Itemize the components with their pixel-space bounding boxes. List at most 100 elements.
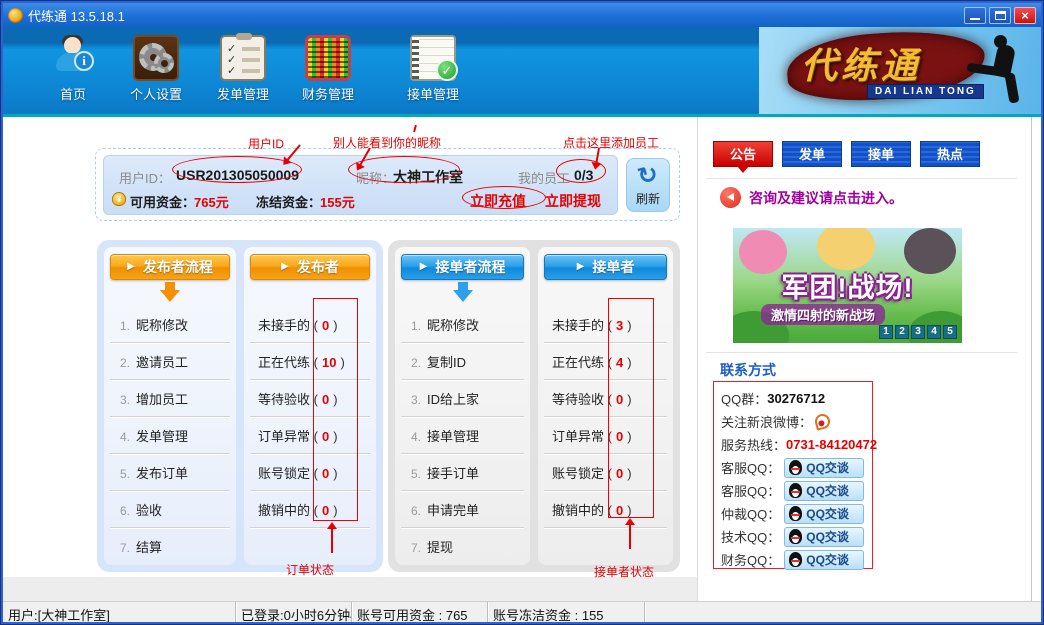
status-filler [645,602,1041,622]
qq-group-number: 30276712 [767,391,825,406]
gear-icon [133,35,179,81]
publisher-flow-steps: 1.昵称修改 2.邀请员工 3.增加员工 4.发单管理 5.发布订单 6.验收 … [110,306,230,565]
hotline-number: 0731-84120472 [786,437,877,452]
down-arrow-icon [160,282,180,302]
contact-box: QQ群： 30276712 关注新浪微博： 服务热线： 0731-8412047… [713,381,873,569]
down-arrow-icon [453,282,473,302]
publisher-status-header[interactable]: ▶ 发布者 [250,254,370,280]
banner-subtitle: 激情四射的新战场 [761,304,885,325]
nav-order-taking-label: 接单管理 [396,84,470,103]
pager-item[interactable]: 1 [879,325,893,339]
annotation-order-status: 订单状态 [286,561,334,578]
minimize-button[interactable] [964,7,986,24]
tab-publish[interactable]: 发单 [782,141,842,167]
weibo-icon[interactable] [813,412,831,430]
withdraw-link[interactable]: 立即提现 [545,191,601,211]
tab-hot[interactable]: 热点 [920,141,980,167]
flow-step: 4.发单管理 [110,417,230,454]
nav-finance-label: 财务管理 [291,84,365,103]
notice-link[interactable]: 咨询及建议请点击进入。 [720,187,903,208]
pager-item[interactable]: 3 [911,325,925,339]
taker-flow-header[interactable]: ▶ 接单者流程 [401,254,524,280]
status-user: 用户:[大神工作室] [3,602,236,622]
equalizer-icon [305,35,351,81]
checklist-icon: ✓ ✓ ✓ [220,35,266,81]
ad-banner[interactable]: 军团!战场! 激情四射的新战场 1 2 3 4 5 [733,228,962,343]
pager-item[interactable]: 4 [927,325,941,339]
flow-step: 3.增加员工 [110,380,230,417]
frozen-funds-label: 冻结资金： [256,192,321,211]
nav-order-publish-label: 发单管理 [206,84,280,103]
taker-status-header[interactable]: ▶ 接单者 [544,254,667,280]
main-area: 用户ID： USR201305050009 昵称： 大神工作室 我的员工 0/3… [3,117,1041,601]
taker-flow-column: ▶ 接单者流程 1.昵称修改 2.复制ID 3.ID给上家 4.接单管理 5.接… [395,247,530,565]
qq-chat-button[interactable]: QQ交谈 [784,504,864,524]
available-funds-value: 765元 [194,192,229,211]
weibo-row: 关注新浪微博： [721,410,872,433]
tab-announcements[interactable]: 公告 [713,141,773,167]
speaker-icon [720,187,741,208]
divider [706,352,1017,353]
scrollbar-track[interactable] [1031,117,1041,601]
qq-chat-button[interactable]: QQ交谈 [784,550,864,570]
close-button[interactable]: × [1014,7,1036,24]
minimize-icon [970,18,980,20]
qq-penguin-icon [789,529,802,544]
qq-penguin-icon [789,460,802,475]
nav-order-taking[interactable]: ✓ 接单管理 [396,35,470,111]
nav-home[interactable]: i 首页 [36,35,110,111]
play-icon: ▶ [281,262,289,272]
notice-text: 咨询及建议请点击进入。 [749,188,903,208]
qq-contact-row: 仲裁QQ： QQ交谈 [721,502,872,525]
taker-flow-steps: 1.昵称修改 2.复制ID 3.ID给上家 4.接单管理 5.接手订单 6.申请… [401,306,524,565]
status-frozen-funds: 账号冻洁资金 : 155 [488,602,645,622]
flow-step: 4.接单管理 [401,417,524,454]
tab-take[interactable]: 接单 [851,141,911,167]
logo-subtitle: DAI LIAN TONG [867,84,984,99]
qq-penguin-icon [789,483,802,498]
nav-personal-settings[interactable]: 个人设置 [119,35,193,111]
nav-finance[interactable]: 财务管理 [291,35,365,111]
flow-step: 5.发布订单 [110,454,230,491]
pager-item[interactable]: 5 [943,325,957,339]
maximize-button[interactable] [989,7,1011,24]
flow-step: 6.验收 [110,491,230,528]
nav-order-publish[interactable]: ✓ ✓ ✓ 发单管理 [206,35,280,111]
annotation-arrow-taker-status [629,524,631,549]
flow-step: 1.昵称修改 [401,306,524,343]
qq-chat-button[interactable]: QQ交谈 [784,481,864,501]
status-login-time: 已登录:0小时6分钟49秒 [236,602,352,622]
annotation-nickname: 别人能看到你的昵称 [333,134,441,151]
banner-title: 军团!战场! [733,266,962,305]
annotation-tick [413,125,417,132]
refresh-label: 刷新 [636,192,660,206]
notebook-check-icon: ✓ [410,35,456,81]
publisher-flow-header[interactable]: ▶ 发布者流程 [110,254,230,280]
logo-title: 代练通 [801,37,921,89]
qq-contact-row: 财务QQ： QQ交谈 [721,548,872,571]
qq-contact-row: 技术QQ： QQ交谈 [721,525,872,548]
flow-step: 5.接手订单 [401,454,524,491]
annotation-rect-taker-status [608,298,654,518]
play-icon: ▶ [577,262,585,272]
flow-step: 7.结算 [110,528,230,565]
play-icon: ▶ [420,262,428,272]
annotation-arrow-order-status [331,528,333,553]
qq-chat-button[interactable]: QQ交谈 [784,527,864,547]
refresh-button[interactable]: ↻ 刷新 [626,158,670,212]
qq-contact-row: 客服QQ： QQ交谈 [721,456,872,479]
money-icon: ¥ [112,192,126,206]
qq-contact-row: 客服QQ： QQ交谈 [721,479,872,502]
qq-chat-button[interactable]: QQ交谈 [784,458,864,478]
close-icon: × [1021,8,1029,23]
home-icon: i [50,35,96,81]
flow-step: 1.昵称修改 [110,306,230,343]
nav-home-label: 首页 [36,84,110,103]
available-funds-label: 可用资金： [130,192,195,211]
pager-item[interactable]: 2 [895,325,909,339]
hotline-row: 服务热线： 0731-84120472 [721,433,872,456]
banner-pager: 1 2 3 4 5 [879,325,957,339]
toolbar: i 首页 个人设置 ✓ ✓ ✓ 发单管理 财务管理 ✓ [3,27,1041,117]
qq-penguin-icon [789,552,802,567]
right-sidebar: 公告 发单 接单 热点 咨询及建议请点击进入。 军团!战场! 激情四射的新战场 … [697,117,1031,601]
